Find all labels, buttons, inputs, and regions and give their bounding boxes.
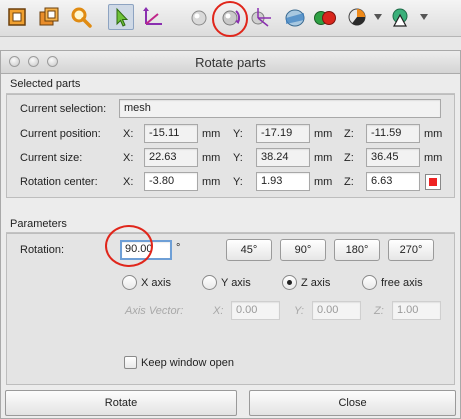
current-selection-label: Current selection: xyxy=(20,103,107,115)
center-y-label: Y: xyxy=(233,176,243,188)
parameters-heading: Parameters xyxy=(10,218,67,230)
size-z-label: Z: xyxy=(344,152,354,164)
sphere-icon[interactable] xyxy=(186,4,212,30)
move-sphere-icon[interactable] xyxy=(248,4,274,30)
current-selection-field: mesh xyxy=(119,99,441,118)
current-position-label: Current position: xyxy=(20,128,101,140)
rotation-angle-field[interactable]: 90.00 xyxy=(120,240,172,260)
axis-vector-z-field: 1.00 xyxy=(392,301,441,320)
center-color-button[interactable] xyxy=(425,174,441,190)
copy-frame-icon[interactable] xyxy=(36,4,62,30)
preset-270-button[interactable]: 270° xyxy=(388,239,434,261)
window-title: Rotate parts xyxy=(195,55,266,70)
z-axis-radio[interactable] xyxy=(282,275,297,290)
x-axis-radio[interactable] xyxy=(122,275,137,290)
axis-vector-x-label: X: xyxy=(213,305,224,317)
free-axis-radio[interactable] xyxy=(362,275,377,290)
main-toolbar xyxy=(0,0,461,37)
center-x-field[interactable]: -3.80 xyxy=(144,172,198,191)
center-y-unit: mm xyxy=(314,176,333,188)
frame-icon[interactable] xyxy=(4,4,30,30)
size-y-unit: mm xyxy=(314,152,333,164)
free-axis-label[interactable]: free axis xyxy=(381,277,423,289)
selected-parts-group: Current selection: mesh Current position… xyxy=(6,94,455,198)
rotation-center-label: Rotation center: xyxy=(20,176,98,188)
position-y-label: Y: xyxy=(233,128,243,140)
x-axis-label[interactable]: X axis xyxy=(141,277,171,289)
render-mode-dropdown-icon[interactable] xyxy=(420,14,428,20)
close-button[interactable]: Close xyxy=(249,390,456,416)
preset-45-button[interactable]: 45° xyxy=(226,239,272,261)
preset-90-button[interactable]: 90° xyxy=(280,239,326,261)
z-axis-label[interactable]: Z axis xyxy=(301,277,330,289)
center-z-label: Z: xyxy=(344,176,354,188)
rotate-part-icon[interactable] xyxy=(218,4,244,30)
select-arrow-icon[interactable] xyxy=(108,4,134,30)
size-y-label: Y: xyxy=(233,152,243,164)
red-square-icon xyxy=(429,178,437,186)
size-z-unit: mm xyxy=(424,152,443,164)
position-z-field: -11.59 xyxy=(366,124,420,143)
current-size-label: Current size: xyxy=(20,152,83,164)
axis-transform-icon[interactable] xyxy=(140,4,166,30)
y-axis-radio[interactable] xyxy=(202,275,217,290)
preset-180-button[interactable]: 180° xyxy=(334,239,380,261)
position-x-field: -15.11 xyxy=(144,124,198,143)
selected-parts-heading: Selected parts xyxy=(10,78,81,90)
size-y-field: 38.24 xyxy=(256,148,310,167)
keep-window-open-checkbox[interactable] xyxy=(124,356,137,369)
center-x-unit: mm xyxy=(202,176,221,188)
size-x-unit: mm xyxy=(202,152,221,164)
axis-vector-z-label: Z: xyxy=(374,305,384,317)
title-bar[interactable]: Rotate parts xyxy=(1,51,460,74)
keep-window-open-label[interactable]: Keep window open xyxy=(141,357,234,369)
position-x-unit: mm xyxy=(202,128,221,140)
pie-view-dropdown-icon[interactable] xyxy=(374,14,382,20)
zoom-icon[interactable] xyxy=(68,4,94,30)
position-z-unit: mm xyxy=(424,128,443,140)
y-axis-label[interactable]: Y axis xyxy=(221,277,251,289)
position-y-field: -17.19 xyxy=(256,124,310,143)
axis-vector-label: Axis Vector: xyxy=(125,305,184,317)
position-x-label: X: xyxy=(123,128,134,140)
size-x-field: 22.63 xyxy=(144,148,198,167)
section-icon[interactable] xyxy=(282,4,308,30)
rotation-label: Rotation: xyxy=(20,244,65,256)
center-x-label: X: xyxy=(123,176,134,188)
rotate-button[interactable]: Rotate xyxy=(5,390,237,416)
center-y-field[interactable]: 1.93 xyxy=(256,172,310,191)
color-spheres-icon[interactable] xyxy=(312,4,338,30)
axis-vector-y-label: Y: xyxy=(294,305,304,317)
axis-vector-x-field: 0.00 xyxy=(231,301,280,320)
rotate-parts-window: Rotate parts Selected parts Current sele… xyxy=(0,50,461,419)
axis-vector-y-field: 0.00 xyxy=(312,301,361,320)
position-y-unit: mm xyxy=(314,128,333,140)
pie-view-icon[interactable] xyxy=(344,4,370,30)
center-z-field[interactable]: 6.63 xyxy=(366,172,420,191)
size-z-field: 36.45 xyxy=(366,148,420,167)
parameters-group: Rotation: 90.00 ° 45° 90° 180° 270° X ax… xyxy=(6,233,455,385)
render-mode-icon[interactable] xyxy=(388,4,414,30)
position-z-label: Z: xyxy=(344,128,354,140)
degree-symbol: ° xyxy=(176,242,181,254)
size-x-label: X: xyxy=(123,152,134,164)
